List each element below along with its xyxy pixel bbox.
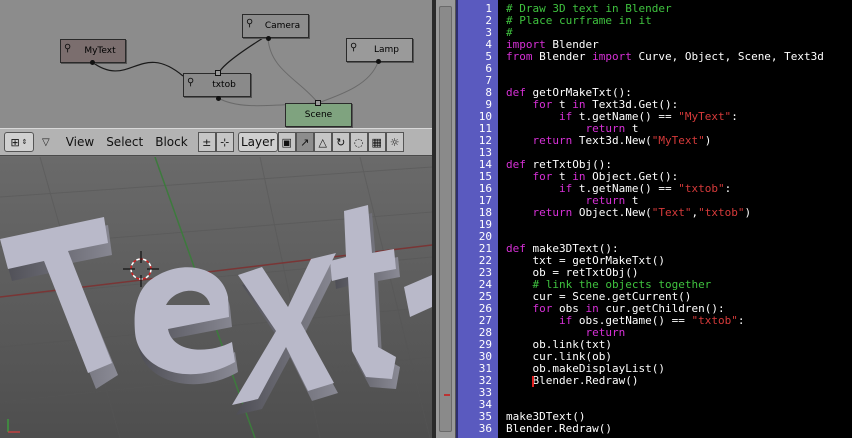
node-label: Camera xyxy=(264,21,301,31)
scale-icon[interactable]: ◌ xyxy=(349,132,368,152)
code-token: : xyxy=(737,314,745,327)
viewport-canvas xyxy=(0,157,432,438)
code-token: Object.New( xyxy=(572,206,652,219)
menu-view[interactable]: View xyxy=(60,135,100,149)
code-token: "txtob" xyxy=(678,182,725,195)
line-number-gutter: 1 2 3 4 5 6 7 8 9 10 11 12 13 14 15 16 17 18 19 20 21 22 23 24 2… xyxy=(458,0,498,438)
rotate-icon[interactable]: ↻ xyxy=(331,132,350,152)
cursor-position-marker xyxy=(444,394,450,396)
code-token: "MyText" xyxy=(651,134,705,147)
manipulator-center-icon[interactable]: ⊹ xyxy=(215,132,234,152)
text-scrollbar[interactable] xyxy=(436,0,456,438)
code-token: : xyxy=(724,182,732,195)
scrollbar-thumb[interactable] xyxy=(439,6,452,432)
code-token: "Text" xyxy=(651,206,692,219)
node-txtob[interactable]: ⚲ txtob xyxy=(183,73,251,97)
editor-type-icon: ⊞ xyxy=(10,135,20,149)
code-line[interactable]: Blender.Redraw() xyxy=(506,375,638,387)
code-line[interactable]: Blender.Redraw() xyxy=(506,423,612,435)
graph-connections xyxy=(91,37,379,107)
object-glyph-icon: ⚲ xyxy=(246,18,254,29)
object-glyph-icon: ⚲ xyxy=(350,42,358,53)
code-token: import xyxy=(592,50,632,63)
code-token: from xyxy=(506,50,533,63)
editor-type-selector[interactable]: ⊞ ⇕ xyxy=(4,132,34,152)
object-glyph-icon: ⚲ xyxy=(64,43,72,54)
text-caret xyxy=(532,376,535,387)
image-icon[interactable]: ▣ xyxy=(277,132,296,152)
translate-icon[interactable]: △ xyxy=(313,132,332,152)
node-label: Lamp xyxy=(373,45,399,55)
node-socket xyxy=(266,36,271,41)
node-label: Scene xyxy=(304,110,333,120)
code-token: Blender.Redraw() xyxy=(506,422,612,435)
node-socket xyxy=(315,100,321,106)
code-token: ) xyxy=(744,206,752,219)
layer-button[interactable]: Layer xyxy=(237,132,278,152)
code-token: : xyxy=(731,110,738,123)
code-token: return xyxy=(532,134,573,147)
code-token: Blender xyxy=(532,50,593,63)
transform-manipulator-icon[interactable]: ↗ xyxy=(295,132,314,152)
node-camera[interactable]: ⚲ Camera xyxy=(242,14,309,38)
code-token: Curve, Object, Scene, Text3d xyxy=(631,50,824,63)
menu-select[interactable]: Select xyxy=(100,135,149,149)
view3d-viewport[interactable] xyxy=(0,157,432,438)
node-socket xyxy=(216,96,221,101)
oops-graph-panel[interactable]: ⚲ Camera ⚲ MyText ⚲ Lamp ⚲ txtob Scene xyxy=(0,0,432,128)
line-number: 36 xyxy=(478,422,492,435)
code-area[interactable]: # Draw 3D text in Blender # Place curfram… xyxy=(498,0,852,438)
node-scene[interactable]: Scene xyxy=(285,103,352,127)
code-token: "MyText" xyxy=(678,110,732,123)
text-editor[interactable]: 1 2 3 4 5 6 7 8 9 10 11 12 13 14 15 16 17 18 19 20 21 22 23 24 2… xyxy=(436,0,852,438)
code-token: "txtob" xyxy=(691,314,738,327)
code-token: return xyxy=(532,206,573,219)
code-token: # Place curframe in it xyxy=(506,14,652,27)
node-socket xyxy=(90,60,95,65)
object-glyph-icon: ⚲ xyxy=(187,77,195,88)
code-token: ) xyxy=(704,134,712,147)
code-line[interactable]: # Place curframe in it xyxy=(506,15,652,27)
code-token: "txtob" xyxy=(698,206,745,219)
node-label: txtob xyxy=(212,80,236,90)
node-label: MyText xyxy=(84,46,116,56)
view3d-header: ⊞ ⇕ ▽ View Select Block ± ⊹ Layer ▣ ↗ △ … xyxy=(0,128,432,156)
code-token: Text3d.New( xyxy=(572,134,652,147)
code-line[interactable]: from Blender import Curve, Object, Scene… xyxy=(506,51,824,63)
node-socket xyxy=(376,59,381,64)
code-line[interactable]: return Text3d.New("MyText") xyxy=(506,134,712,147)
collapse-triangle-icon[interactable]: ▽ xyxy=(42,137,50,148)
menu-block[interactable]: Block xyxy=(149,135,193,149)
grid-icon[interactable]: ▦ xyxy=(367,132,386,152)
pivot-icon[interactable]: ± xyxy=(197,132,216,152)
updown-arrows-icon: ⇕ xyxy=(21,138,28,146)
node-socket xyxy=(215,70,221,76)
code-line[interactable]: return Object.New("Text","txtob") xyxy=(506,206,752,219)
lamp-icon[interactable]: ☼ xyxy=(385,132,404,152)
code-token: Blender.Redraw() xyxy=(506,374,639,387)
